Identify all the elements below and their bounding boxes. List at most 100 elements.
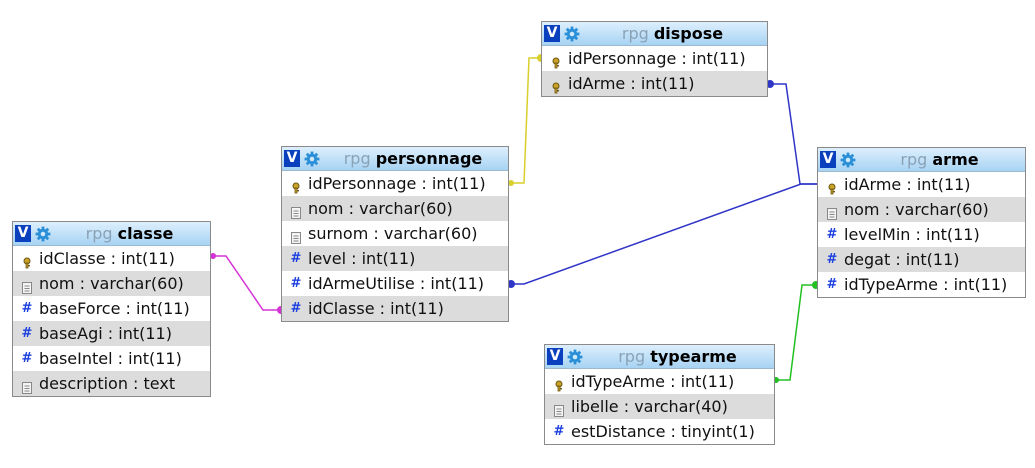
table-title: rpg typearme: [585, 345, 770, 369]
column-row[interactable]: idPersonnage : int(11): [282, 171, 508, 196]
column-row[interactable]: nom : varchar(60): [818, 197, 1025, 222]
primary-key-icon: [289, 178, 303, 194]
table-header[interactable]: Vrpg typearme: [545, 345, 774, 369]
numeric-column-icon: #: [290, 251, 302, 266]
column-row[interactable]: idArme : int(11): [818, 172, 1025, 197]
relation-typearme-arme: [775, 284, 817, 381]
table-header[interactable]: Vrpg classe: [13, 222, 210, 246]
column-label: idArme : int(11): [844, 175, 971, 194]
table-title: rpg classe: [53, 222, 206, 246]
v-toggle-icon[interactable]: V: [547, 348, 563, 365]
column-row[interactable]: idPersonnage : int(11): [542, 46, 767, 71]
column-row[interactable]: libelle : varchar(40): [545, 394, 774, 419]
gear-icon[interactable]: [35, 226, 51, 242]
column-row[interactable]: # degat : int(11): [818, 247, 1025, 272]
database-name: rpg: [343, 149, 371, 168]
column-row[interactable]: # idTypeArme : int(11): [818, 272, 1025, 297]
database-name: rpg: [621, 24, 649, 43]
text-column-icon: [552, 401, 566, 417]
table-arme[interactable]: Vrpg arme idArme : int(11) nom : varchar(6…: [817, 147, 1026, 298]
table-header[interactable]: Vrpg personnage: [282, 147, 508, 171]
numeric-column-icon: #: [826, 252, 838, 267]
primary-key-icon: [549, 78, 563, 94]
column-label: libelle : varchar(40): [571, 397, 728, 416]
column-label: surnom : varchar(60): [308, 224, 478, 243]
column-label: description : text: [39, 374, 176, 393]
database-name: rpg: [85, 224, 113, 243]
table-header[interactable]: Vrpg arme: [818, 148, 1025, 172]
relation-classe-personnage: [211, 255, 281, 311]
column-label: idArme : int(11): [568, 74, 695, 93]
table-typearme[interactable]: Vrpg typearme idTypeArme : int(11) libelle…: [544, 344, 775, 445]
text-column-icon: [289, 228, 303, 244]
primary-key-icon: [20, 253, 34, 269]
table-title: rpg arme: [858, 148, 1021, 172]
database-name: rpg: [618, 347, 646, 366]
table-title: rpg dispose: [582, 22, 763, 46]
column-row[interactable]: # baseForce : int(11): [13, 296, 210, 321]
relation-personnage-arme: [509, 183, 817, 285]
column-row[interactable]: nom : varchar(60): [282, 196, 508, 221]
column-row[interactable]: description : text: [13, 371, 210, 396]
database-name: rpg: [900, 150, 928, 169]
column-row[interactable]: idTypeArme : int(11): [545, 369, 774, 394]
column-row[interactable]: # idArmeUtilise : int(11): [282, 271, 508, 296]
primary-key-icon: [549, 53, 563, 69]
column-row[interactable]: idArme : int(11): [542, 71, 767, 96]
gear-icon[interactable]: [840, 152, 856, 168]
numeric-column-icon: #: [290, 276, 302, 291]
column-label: idTypeArme : int(11): [571, 372, 735, 391]
column-label: idTypeArme : int(11): [844, 275, 1008, 294]
column-label: idPersonnage : int(11): [568, 49, 746, 68]
numeric-column-icon: #: [21, 351, 33, 366]
text-column-icon: [20, 278, 34, 294]
column-label: baseForce : int(11): [39, 299, 190, 318]
text-column-icon: [20, 378, 34, 394]
column-row[interactable]: # idClasse : int(11): [282, 296, 508, 321]
column-row[interactable]: # levelMin : int(11): [818, 222, 1025, 247]
table-name: dispose: [653, 24, 724, 43]
numeric-column-icon: #: [290, 301, 302, 316]
relation-dispose-arme: [768, 83, 817, 185]
numeric-column-icon: #: [826, 227, 838, 242]
text-column-icon: [289, 203, 303, 219]
table-name: typearme: [650, 347, 737, 366]
column-row[interactable]: # estDistance : tinyint(1): [545, 419, 774, 444]
relation-personnage-dispose: [509, 57, 541, 184]
column-row[interactable]: # level : int(11): [282, 246, 508, 271]
gear-icon[interactable]: [567, 349, 583, 365]
v-toggle-icon[interactable]: V: [544, 25, 560, 42]
table-title: rpg personnage: [322, 147, 504, 171]
column-label: nom : varchar(60): [844, 200, 989, 219]
column-label: baseAgi : int(11): [39, 324, 172, 343]
primary-key-icon: [552, 376, 566, 392]
column-label: idClasse : int(11): [308, 299, 444, 318]
table-header[interactable]: Vrpg dispose: [542, 22, 767, 46]
numeric-column-icon: #: [826, 277, 838, 292]
column-row[interactable]: surnom : varchar(60): [282, 221, 508, 246]
gear-icon[interactable]: [304, 151, 320, 167]
table-personnage[interactable]: Vrpg personnage idPersonnage : int(11) nom…: [281, 146, 509, 322]
column-row[interactable]: idClasse : int(11): [13, 246, 210, 271]
column-row[interactable]: # baseIntel : int(11): [13, 346, 210, 371]
column-label: levelMin : int(11): [844, 225, 980, 244]
table-name: arme: [932, 150, 979, 169]
v-toggle-icon[interactable]: V: [15, 225, 31, 242]
column-label: nom : varchar(60): [308, 199, 453, 218]
column-label: level : int(11): [308, 249, 416, 268]
column-label: estDistance : tinyint(1): [571, 422, 755, 441]
v-toggle-icon[interactable]: V: [284, 150, 300, 167]
gear-icon[interactable]: [564, 26, 580, 42]
table-name: classe: [117, 224, 174, 243]
column-label: idArmeUtilise : int(11): [308, 274, 485, 293]
v-toggle-icon[interactable]: V: [820, 151, 836, 168]
column-label: idPersonnage : int(11): [308, 174, 486, 193]
column-label: nom : varchar(60): [39, 274, 184, 293]
column-row[interactable]: nom : varchar(60): [13, 271, 210, 296]
column-row[interactable]: # baseAgi : int(11): [13, 321, 210, 346]
table-dispose[interactable]: Vrpg dispose idPersonnage : int(11) idArme…: [541, 21, 768, 97]
table-name: personnage: [375, 149, 483, 168]
table-classe[interactable]: Vrpg classe idClasse : int(11) nom : varch…: [12, 221, 211, 397]
column-label: baseIntel : int(11): [39, 349, 182, 368]
column-label: degat : int(11): [844, 250, 960, 269]
